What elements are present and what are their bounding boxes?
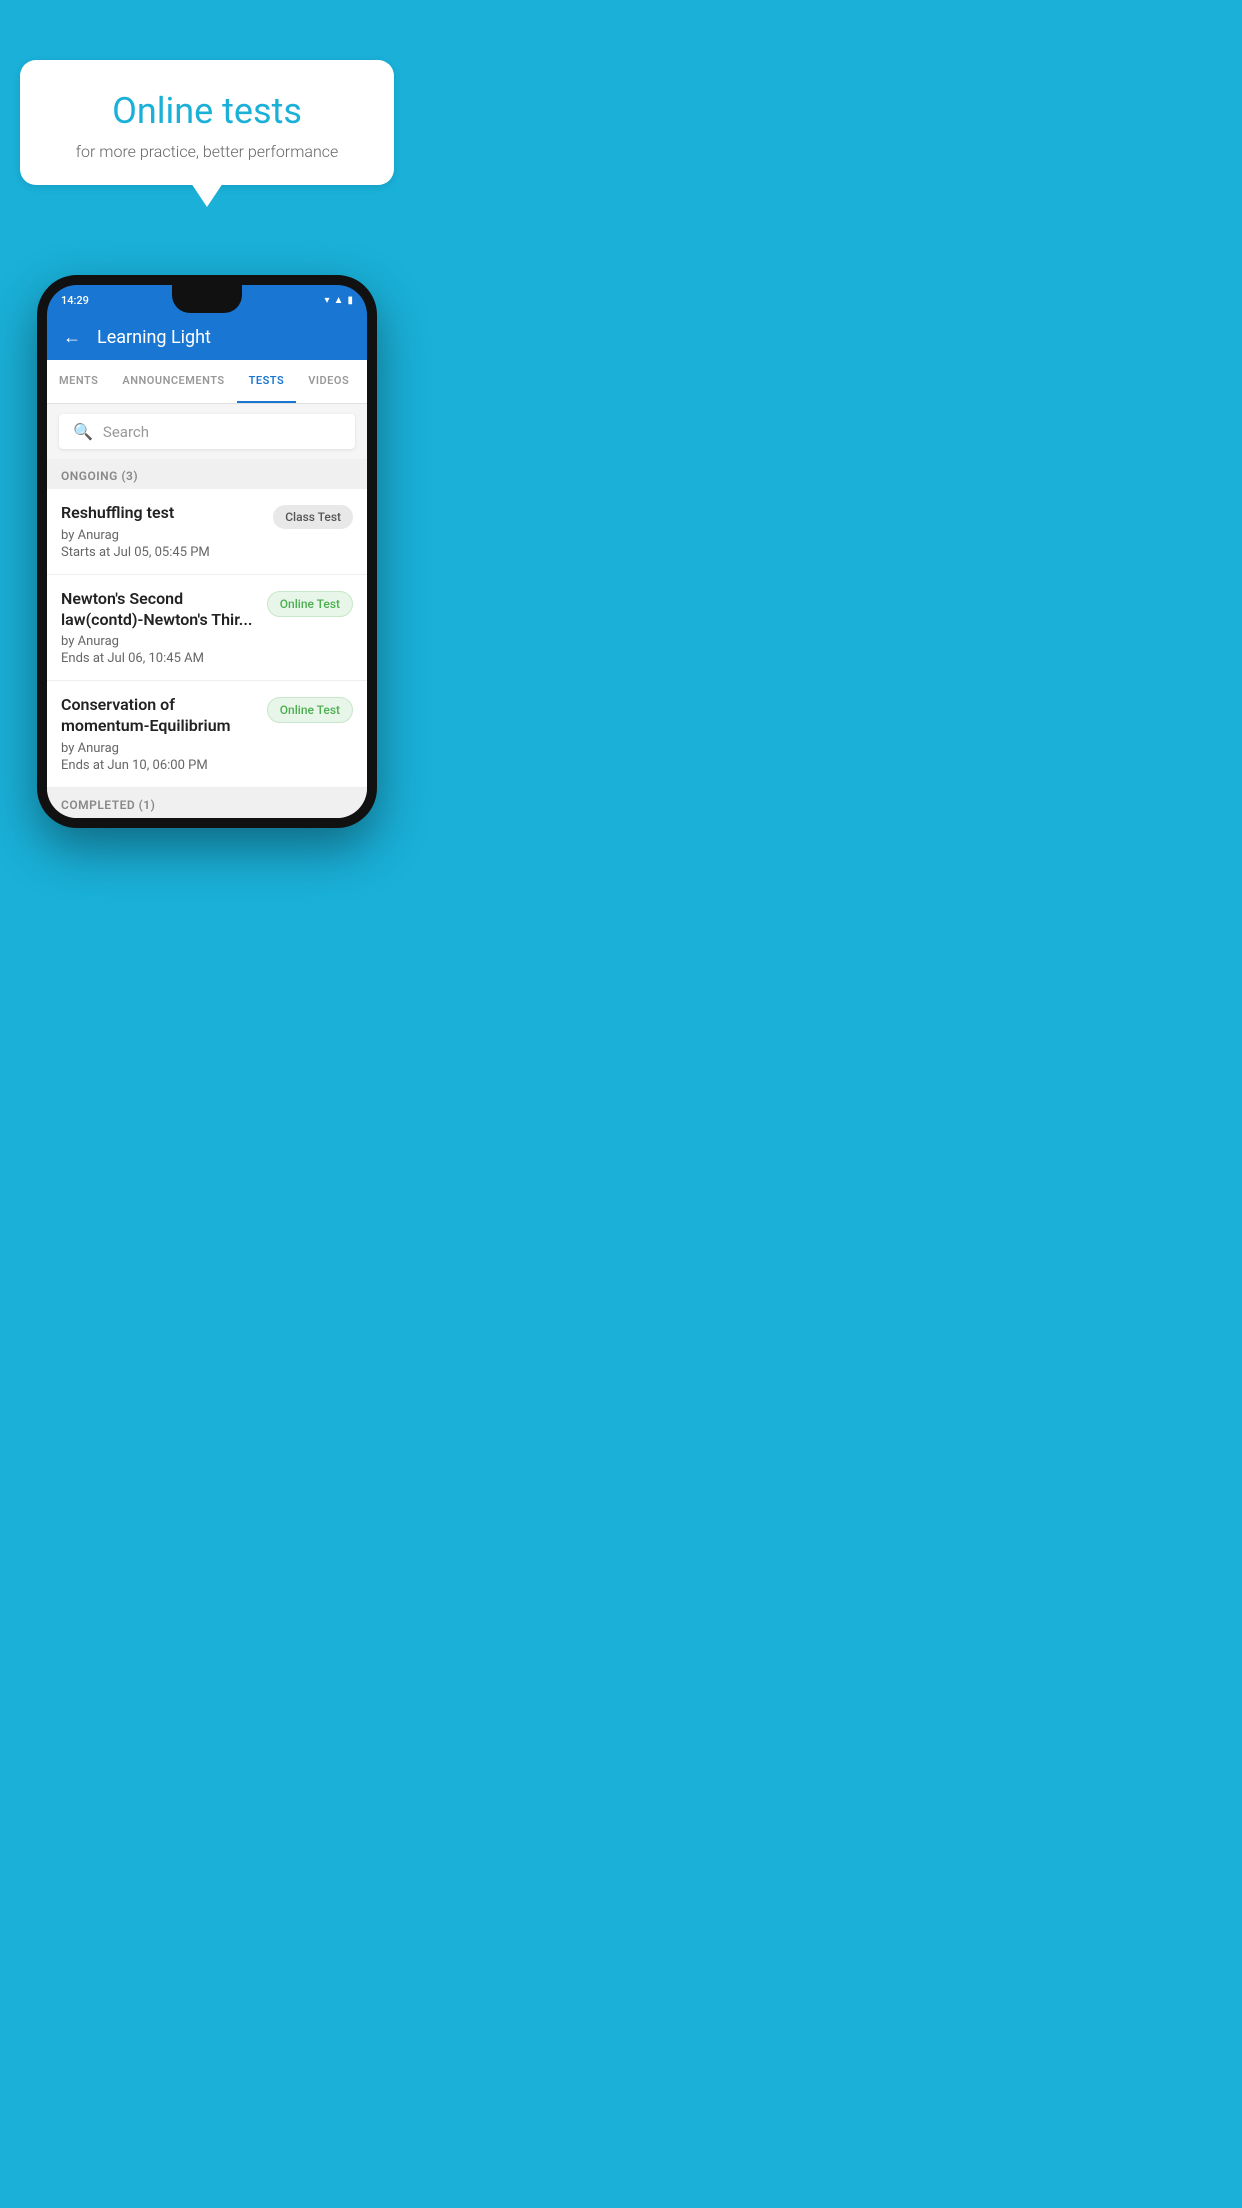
completed-section-header: COMPLETED (1) [47,788,367,818]
test-item[interactable]: Newton's Second law(contd)-Newton's Thir… [47,575,367,682]
phone-container: 14:29 ▾ ▲ ▮ ← Learning Light MENTS ANNOU… [0,275,414,828]
app-title: Learning Light [97,327,211,348]
test-info: Newton's Second law(contd)-Newton's Thir… [61,589,257,667]
test-name: Newton's Second law(contd)-Newton's Thir… [61,589,257,631]
search-icon: 🔍 [73,422,93,441]
test-info: Conservation of momentum-Equilibrium by … [61,695,257,773]
bubble-title: Online tests [50,90,364,132]
speech-bubble: Online tests for more practice, better p… [20,60,394,185]
test-time: Ends at Jun 10, 06:00 PM [61,758,257,773]
wifi-icon: ▾ [325,295,330,306]
status-time: 14:29 [61,294,89,307]
back-button[interactable]: ← [63,327,81,348]
test-by: by Anurag [61,528,263,543]
test-item[interactable]: Reshuffling test by Anurag Starts at Jul… [47,489,367,575]
test-info: Reshuffling test by Anurag Starts at Jul… [61,503,263,560]
test-name: Reshuffling test [61,503,263,524]
test-name: Conservation of momentum-Equilibrium [61,695,257,737]
tab-announcements[interactable]: ANNOUNCEMENTS [110,360,236,403]
test-badge: Online Test [267,697,353,723]
search-box[interactable]: 🔍 Search [59,414,355,449]
app-header: ← Learning Light [47,315,367,360]
test-by: by Anurag [61,741,257,756]
tabs-bar: MENTS ANNOUNCEMENTS TESTS VIDEOS [47,360,367,404]
tab-ments[interactable]: MENTS [47,360,110,403]
tab-tests[interactable]: TESTS [237,360,297,403]
bubble-subtitle: for more practice, better performance [50,142,364,161]
content-area: ONGOING (3) Reshuffling test by Anurag S… [47,459,367,818]
test-time: Starts at Jul 05, 05:45 PM [61,545,263,560]
search-placeholder: Search [103,423,149,441]
status-icons: ▾ ▲ ▮ [325,295,353,306]
signal-icon: ▲ [334,295,344,306]
test-badge: Online Test [267,591,353,617]
search-container: 🔍 Search [47,404,367,459]
status-bar: 14:29 ▾ ▲ ▮ [47,285,367,315]
phone-mockup: 14:29 ▾ ▲ ▮ ← Learning Light MENTS ANNOU… [37,275,377,828]
test-by: by Anurag [61,634,257,649]
test-item[interactable]: Conservation of momentum-Equilibrium by … [47,681,367,788]
ongoing-section-header: ONGOING (3) [47,459,367,489]
battery-icon: ▮ [347,295,353,306]
tab-videos[interactable]: VIDEOS [296,360,361,403]
top-section: Online tests for more practice, better p… [0,0,414,215]
test-time: Ends at Jul 06, 10:45 AM [61,651,257,666]
test-badge: Class Test [273,505,353,529]
